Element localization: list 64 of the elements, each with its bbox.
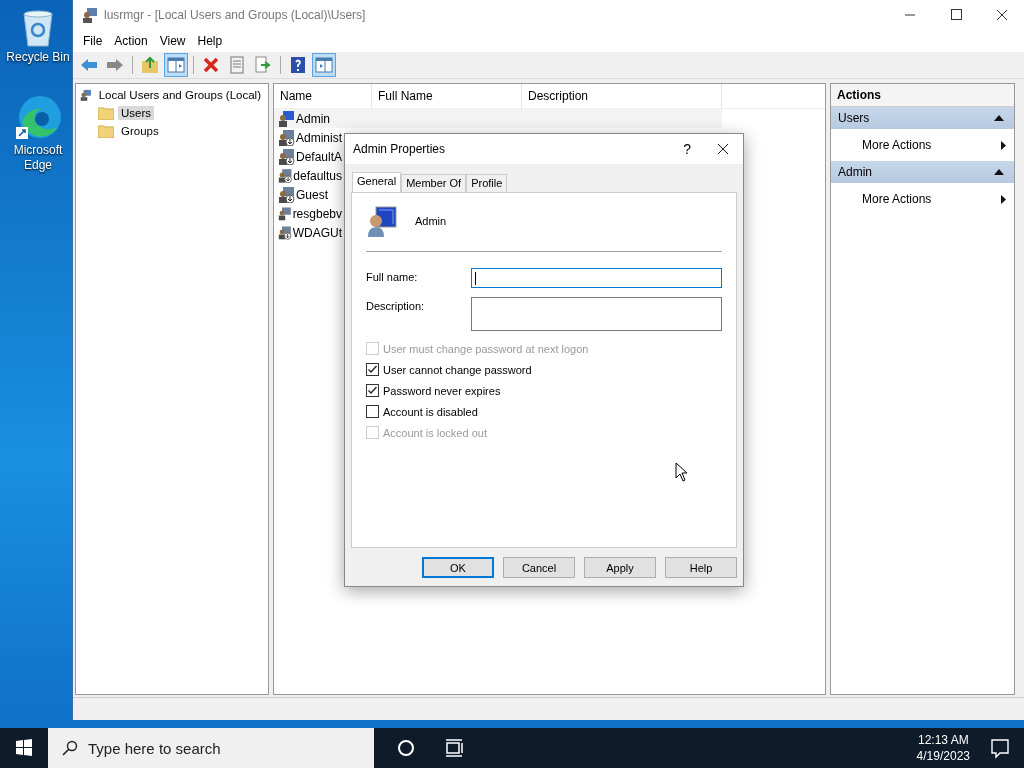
list-row[interactable]: Admin [274,109,722,128]
checkbox-label[interactable]: User cannot change password [383,363,532,376]
tab[interactable]: General [352,172,402,192]
clock-time[interactable]: 12:13 AM [917,732,969,748]
user-name: defaultus [293,168,342,183]
menu-item[interactable]: View [153,32,192,50]
column-header[interactable]: Description [522,84,722,108]
dialog-button[interactable]: OK [422,557,494,578]
checkbox-label[interactable]: Account is disabled [383,405,478,418]
input-field[interactable] [471,268,722,288]
desktop-icon-label[interactable]: Recycle Bin [3,50,73,65]
field-label: Full name: [366,270,419,283]
user-name: Admin [296,111,330,126]
menu-item[interactable]: Help [191,32,229,50]
tree-item[interactable]: Users [118,106,155,120]
submenu-arrow-icon[interactable] [1001,140,1006,150]
user-name: Guest [296,187,328,202]
folder-icon [98,124,114,138]
submenu-arrow-icon[interactable] [1001,194,1006,204]
tab[interactable]: Profile [466,174,508,192]
dialog-button[interactable]: Cancel [503,557,575,578]
dialog-title: Admin Properties [353,142,446,156]
search-icon [62,740,78,756]
computer-users-icon [80,87,92,103]
dialog-button[interactable]: Help [665,557,737,578]
checkbox[interactable] [366,405,379,418]
user-name: Administ [296,130,342,145]
browser-icon[interactable] [14,93,62,141]
user-name: resgbebv [292,206,342,221]
desktop-icon-label[interactable]: Microsoft Edge [3,143,73,173]
computer-users-icon [82,7,98,23]
user-computer-icon [366,205,398,237]
user-name: Admin [415,215,447,227]
action-item[interactable]: More Actions [862,192,932,206]
action-section-header[interactable]: Admin [831,161,1014,183]
tree-item[interactable]: Groups [118,124,162,138]
column-header[interactable]: Full Name [372,84,522,108]
help-button[interactable]: ? [671,141,703,157]
input-field[interactable] [471,297,722,331]
action-item[interactable]: More Actions [862,138,932,152]
checkbox[interactable] [366,363,379,376]
dialog-button[interactable]: Apply [584,557,656,578]
mouse-cursor-icon [675,462,688,482]
actions-header: Actions [831,84,1014,107]
window-title: lusrmgr - [Local Users and Groups (Local)\Users] [104,8,366,22]
menu-item[interactable]: Action [108,32,154,50]
collapse-caret-icon[interactable] [994,115,1004,121]
search-field[interactable]: Type here to search [48,728,374,768]
field-label: Description: [366,299,426,312]
user-name: DefaultA [295,149,342,164]
tab[interactable]: Member Of [401,174,467,192]
action-pane-icon[interactable] [312,53,336,77]
checkbox-label[interactable]: Password never expires [383,384,501,397]
clock-date[interactable]: 4/19/2023 [916,748,970,764]
action-section-header[interactable]: Users [831,107,1014,129]
list-row[interactable]: resgbebv [274,204,342,223]
tree-pane-icon[interactable] [164,53,188,77]
folder-icon [98,106,114,120]
menu-item[interactable]: File [77,32,109,50]
tree-item[interactable]: Local Users and Groups (Local) [95,88,264,102]
collapse-caret-icon[interactable] [994,169,1004,175]
user-name: WDAGUt [292,225,342,240]
checkbox[interactable] [366,384,379,397]
column-header[interactable]: Name [274,84,372,108]
